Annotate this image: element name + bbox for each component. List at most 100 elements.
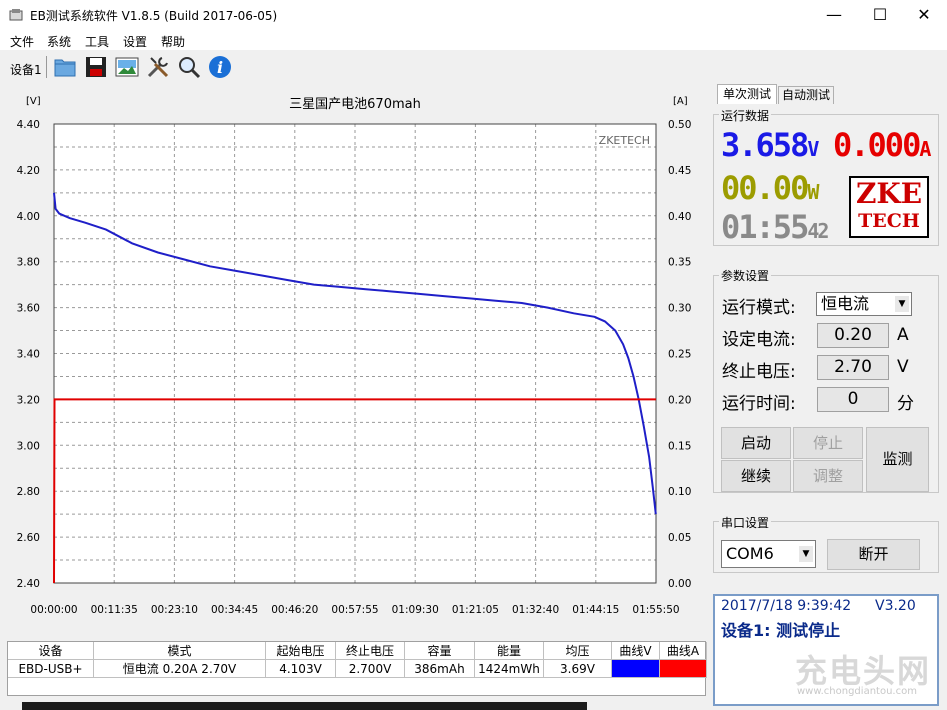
run-data-title: 运行数据 bbox=[719, 107, 772, 124]
y-tick-right: 0.15 bbox=[668, 440, 691, 452]
current-readout: 0.000A bbox=[833, 126, 931, 164]
column-header-start-voltage: 起始电压 bbox=[266, 642, 336, 660]
info-icon[interactable]: i bbox=[208, 55, 232, 79]
title-bar: EB测试系统软件 V1.8.5 (Build 2017-06-05) — ☐ ✕ bbox=[0, 0, 947, 30]
current-value: 0.000 bbox=[833, 126, 921, 164]
column-header-energy: 能量 bbox=[475, 642, 544, 660]
tools-icon[interactable] bbox=[146, 55, 170, 79]
y-tick-left: 2.40 bbox=[17, 578, 40, 590]
y-tick-left: 4.40 bbox=[17, 119, 40, 131]
column-header-curve-v: 曲线V bbox=[612, 642, 660, 660]
y-tick-left: 2.60 bbox=[17, 532, 40, 544]
table-cell-avg-voltage: 3.69V bbox=[544, 660, 612, 678]
menu-settings[interactable]: 设置 bbox=[123, 33, 147, 50]
results-table: 设备 模式 起始电压 终止电压 容量 能量 均压 曲线V 曲线A EBD-USB+ 恒电流 0.20… bbox=[7, 641, 707, 696]
picture-icon[interactable] bbox=[115, 55, 139, 79]
column-header-device: 设备 bbox=[8, 642, 94, 660]
y-tick-right: 0.40 bbox=[668, 211, 691, 223]
start-button[interactable]: 启动 bbox=[721, 427, 791, 459]
menu-tools[interactable]: 工具 bbox=[85, 33, 109, 50]
set-current-label: 设定电流: bbox=[722, 330, 796, 350]
right-panel: 单次测试 自动测试 运行数据 3.658V 0.000A 00.00W 01:5… bbox=[709, 84, 947, 710]
x-tick: 01:32:40 bbox=[512, 604, 559, 616]
table-cell-device: EBD-USB+ bbox=[8, 660, 94, 678]
y-tick-right: 0.45 bbox=[668, 165, 691, 177]
power-unit: W bbox=[807, 180, 819, 204]
x-tick: 00:46:20 bbox=[271, 604, 318, 616]
x-tick: 01:09:30 bbox=[392, 604, 439, 616]
voltage-readout: 3.658V bbox=[721, 126, 819, 164]
x-tick: 01:44:15 bbox=[572, 604, 619, 616]
x-tick: 01:21:05 bbox=[452, 604, 499, 616]
monitor-button[interactable]: 监测 bbox=[866, 427, 929, 492]
y-tick-left: 3.40 bbox=[17, 349, 40, 361]
svg-text:i: i bbox=[217, 58, 223, 77]
maximize-button[interactable]: ☐ bbox=[857, 0, 903, 30]
column-header-end-voltage: 终止电压 bbox=[336, 642, 405, 660]
y-tick-right: 0.20 bbox=[668, 394, 691, 406]
mode-select[interactable]: 恒电流 ▼ bbox=[816, 292, 912, 316]
run-time-unit: 分 bbox=[897, 394, 914, 414]
device-selector[interactable]: 设备1 bbox=[10, 61, 42, 78]
chevron-down-icon[interactable]: ▼ bbox=[799, 546, 813, 562]
run-time-label: 运行时间: bbox=[722, 394, 796, 414]
status-panel: 2017/7/18 9:39:42 V3.20 设备1: 测试停止 充电头网 w… bbox=[713, 594, 939, 706]
left-axis-unit: [V] bbox=[26, 96, 41, 107]
disconnect-button[interactable]: 断开 bbox=[827, 539, 920, 570]
y-tick-right: 0.05 bbox=[668, 532, 691, 544]
x-tick: 00:34:45 bbox=[211, 604, 258, 616]
menu-help[interactable]: 帮助 bbox=[161, 33, 185, 50]
y-tick-left: 3.60 bbox=[17, 303, 40, 315]
y-tick-left: 3.00 bbox=[17, 440, 40, 452]
status-datetime: 2017/7/18 9:39:42 bbox=[721, 598, 852, 614]
y-tick-left: 3.20 bbox=[17, 394, 40, 406]
com-port-value: COM6 bbox=[726, 544, 774, 563]
tab-auto-test[interactable]: 自动测试 bbox=[778, 86, 834, 104]
zketech-logo: ZKE TECH bbox=[849, 176, 929, 238]
magnifier-icon[interactable] bbox=[177, 55, 201, 79]
adjust-button[interactable]: 调整 bbox=[793, 460, 863, 492]
app-icon bbox=[9, 9, 23, 21]
cutoff-voltage-input[interactable]: 2.70 bbox=[817, 355, 889, 380]
set-current-unit: A bbox=[897, 325, 909, 345]
y-tick-right: 0.00 bbox=[668, 578, 691, 590]
power-value: 00.00 bbox=[721, 169, 809, 207]
y-tick-right: 0.35 bbox=[668, 257, 691, 269]
x-tick: 00:57:55 bbox=[331, 604, 378, 616]
tab-single-test[interactable]: 单次测试 bbox=[717, 84, 777, 104]
cutoff-voltage-label: 终止电压: bbox=[722, 362, 796, 382]
current-unit: A bbox=[919, 137, 931, 161]
open-folder-icon[interactable] bbox=[53, 55, 77, 79]
cutoff-voltage-unit: V bbox=[897, 357, 909, 377]
set-current-input[interactable]: 0.20 bbox=[817, 323, 889, 348]
params-title: 参数设置 bbox=[719, 267, 772, 284]
menu-system[interactable]: 系统 bbox=[47, 33, 71, 50]
site-watermark-url: www.chongdiantou.com bbox=[797, 686, 917, 697]
chevron-down-icon[interactable]: ▼ bbox=[895, 296, 909, 312]
run-time-input[interactable]: 0 bbox=[817, 387, 889, 412]
menu-bar: 文件 系统 工具 设置 帮助 bbox=[0, 30, 947, 50]
power-readout: 00.00W bbox=[721, 169, 819, 207]
y-tick-left: 2.80 bbox=[17, 486, 40, 498]
com-port-select[interactable]: COM6 ▼ bbox=[721, 540, 816, 568]
x-tick: 00:11:35 bbox=[91, 604, 138, 616]
y-tick-right: 0.25 bbox=[668, 349, 691, 361]
elapsed-seconds: 42 bbox=[807, 219, 829, 243]
voltage-value: 3.658 bbox=[721, 126, 809, 164]
close-button[interactable]: ✕ bbox=[901, 0, 947, 30]
minimize-button[interactable]: — bbox=[811, 0, 857, 30]
x-tick: 01:55:50 bbox=[632, 604, 679, 616]
stop-button[interactable]: 停止 bbox=[793, 427, 863, 459]
mode-select-value: 恒电流 bbox=[821, 294, 870, 313]
menu-file[interactable]: 文件 bbox=[10, 33, 34, 50]
continue-button[interactable]: 继续 bbox=[721, 460, 791, 492]
elapsed-time-readout: 01:5542 bbox=[721, 208, 829, 246]
right-axis-unit: [A] bbox=[673, 96, 688, 107]
column-header-capacity: 容量 bbox=[405, 642, 475, 660]
logo-line2: TECH bbox=[858, 210, 920, 232]
save-disk-icon[interactable] bbox=[84, 55, 108, 79]
table-cell-end-voltage: 2.700V bbox=[336, 660, 405, 678]
table-cell-mode: 恒电流 0.20A 2.70V bbox=[94, 660, 266, 678]
table-cell-energy: 1424mWh bbox=[475, 660, 544, 678]
y-tick-right: 0.30 bbox=[668, 303, 691, 315]
